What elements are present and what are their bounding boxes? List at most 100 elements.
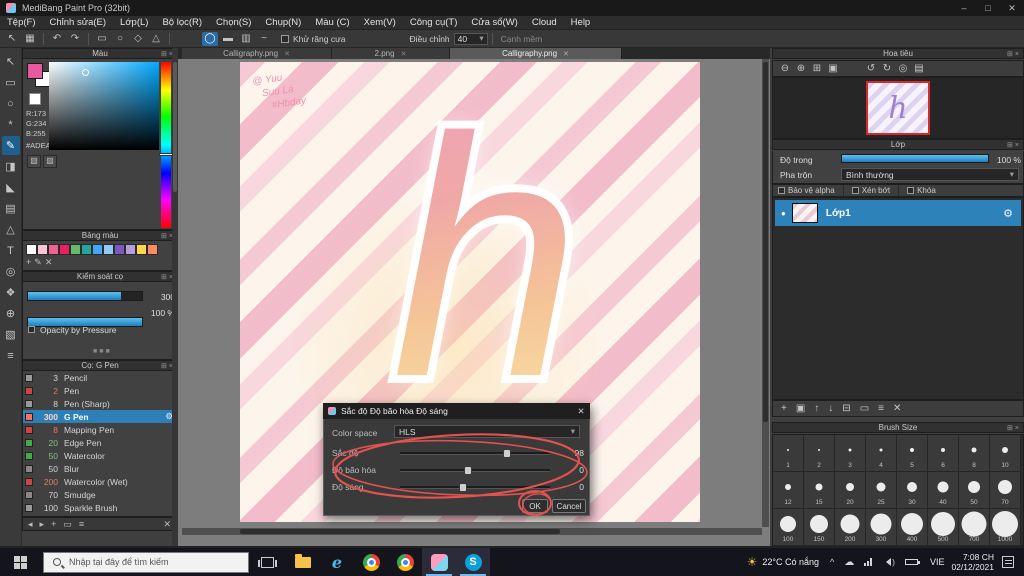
palette-swatch[interactable] [48, 244, 59, 255]
layer-blend-dropdown[interactable]: Bình thường ▾ [841, 168, 1019, 181]
layer-settings-gear-icon[interactable]: ⚙ [1003, 207, 1013, 220]
menu-color[interactable]: Màu (C) [308, 16, 356, 30]
redo-icon[interactable]: ↷ [67, 32, 83, 46]
brush-item[interactable]: 70 Smudge [23, 488, 177, 501]
cancel-button[interactable]: Cancel [552, 499, 586, 513]
hand-tool-icon[interactable]: ❖ [2, 283, 20, 302]
grid-tool-icon[interactable]: ▥ [238, 32, 254, 46]
text-tool-icon[interactable]: T [2, 241, 20, 260]
brush-size-cell[interactable]: 4 [866, 435, 897, 472]
navigator-header[interactable]: Hoa tiêu ⊞× [772, 48, 1024, 59]
add-brush-icon[interactable]: + [51, 519, 56, 529]
layer-panel-header[interactable]: Lớp ⊞× [772, 139, 1024, 150]
brush-size-cell[interactable]: 400 [897, 509, 928, 546]
menu-layer[interactable]: Lớp(L) [113, 16, 155, 30]
panel-resize-handle[interactable]: ■■■ [93, 348, 112, 355]
tab-close-icon[interactable]: ✕ [401, 50, 407, 58]
menu-window[interactable]: Cửa sổ(W) [464, 16, 524, 30]
maximize-button[interactable]: □ [976, 0, 1000, 16]
canvas-vscrollbar[interactable] [762, 59, 769, 527]
actual-size-icon[interactable]: ▣ [825, 62, 841, 76]
brush-size-cell[interactable]: 15 [804, 472, 835, 509]
line-tool-icon[interactable]: ▬ [220, 32, 236, 46]
palette-swatch[interactable] [92, 244, 103, 255]
clipping-checkbox[interactable] [851, 187, 859, 194]
undo-icon[interactable]: ↶ [49, 32, 65, 46]
tab-close-icon[interactable]: ✕ [563, 50, 569, 58]
flip-view-icon[interactable]: ◎ [895, 62, 911, 76]
layer-up-icon[interactable]: ↑ [814, 403, 819, 414]
tray-expand-chevron-icon[interactable]: ^ [830, 557, 834, 567]
settings-tool-icon[interactable]: ≡ [2, 346, 20, 365]
vscroll-thumb[interactable] [763, 62, 768, 422]
saturation-value-picker[interactable] [49, 62, 159, 150]
palette-swatch[interactable] [125, 244, 136, 255]
hue-slider[interactable] [400, 449, 550, 458]
panel-header-icons[interactable]: ⊞× [1007, 50, 1021, 58]
menu-file[interactable]: Tệp(F) [0, 16, 43, 30]
taskbar-explorer[interactable] [286, 548, 320, 576]
curve-tool-icon[interactable]: ~ [256, 32, 272, 46]
battery-icon[interactable] [904, 559, 920, 565]
palette-swatch[interactable] [37, 244, 48, 255]
menu-help[interactable]: Help [564, 16, 598, 30]
brush-size-cell[interactable]: 20 [835, 472, 866, 509]
eyedropper-tool-icon[interactable]: ◎ [2, 262, 20, 281]
select-ellipse-icon[interactable]: ○ [112, 32, 128, 46]
brush-item[interactable]: 200 Watercolor (Wet) [23, 475, 177, 488]
brush-item[interactable]: 8 Mapping Pen [23, 423, 177, 436]
cursor-tool-icon[interactable]: ↖ [4, 32, 20, 46]
start-button[interactable] [14, 555, 27, 569]
hue-handle[interactable] [159, 153, 173, 157]
new-layer-icon[interactable]: + [781, 403, 787, 414]
fit-view-icon[interactable]: ⊞ [809, 62, 825, 76]
brush-size-cell[interactable]: 10 [990, 435, 1021, 472]
dialog-close-icon[interactable]: ✕ [572, 406, 590, 417]
clock[interactable]: 7:08 CH 02/12/2021 [951, 552, 994, 572]
select-polygon-icon[interactable]: ◇ [130, 32, 146, 46]
move-tool-icon[interactable]: ↖ [2, 52, 20, 71]
layer-down-icon[interactable]: ↓ [828, 403, 833, 414]
menu-cloud[interactable]: Cloud [525, 16, 564, 30]
brush-next-icon[interactable]: ▸ [40, 519, 45, 530]
soft-brush-icon[interactable]: ◯ [202, 31, 218, 46]
language-indicator[interactable]: VIE [930, 557, 945, 567]
palette-swatch[interactable] [70, 244, 81, 255]
tab-close-icon[interactable]: ✕ [284, 50, 290, 58]
transparent-color-swatch[interactable] [29, 93, 41, 105]
edit-color-icon[interactable]: ✎ [34, 257, 42, 268]
brush-item[interactable]: 100 Sparkle Brush [23, 501, 177, 514]
canvas-hscrollbar[interactable] [182, 528, 762, 535]
fill-tool-icon[interactable]: ◣ [2, 178, 20, 197]
adjust-dropdown-icon[interactable]: ▾ [479, 33, 483, 44]
ok-button[interactable]: OK [522, 499, 548, 513]
brush-control-header[interactable]: Kiểm soát cọ ⊞× [22, 271, 178, 282]
adjust-input[interactable]: 40 ▾ [453, 32, 488, 45]
zoom-out-icon[interactable]: ⊖ [777, 62, 793, 76]
menu-select[interactable]: Chọn(S) [209, 16, 258, 30]
brush-menu-icon[interactable]: ≡ [79, 519, 84, 529]
foreground-color-swatch[interactable] [27, 63, 43, 79]
eraser-tool-icon[interactable]: ◨ [2, 157, 20, 176]
tab-2png[interactable]: 2.png ✕ [332, 48, 450, 59]
menu-filter[interactable]: Bộ lọc(R) [155, 16, 209, 30]
palette-swatch[interactable] [136, 244, 147, 255]
taskbar-skype[interactable]: S [456, 548, 490, 576]
layer-visibility-eye-icon[interactable]: ● [781, 209, 786, 218]
sv-picker-handle[interactable] [82, 69, 89, 77]
brush-size-cell[interactable]: 100 [773, 509, 804, 546]
marquee-tool-icon[interactable]: ▭ [2, 73, 20, 92]
palette-swatch[interactable] [26, 244, 37, 255]
palette-swatch[interactable] [81, 244, 92, 255]
task-view-icon[interactable] [258, 556, 277, 568]
transform-tool-icon[interactable]: ▦ [22, 32, 38, 46]
magic-wand-tool-icon[interactable]: * [2, 115, 20, 134]
action-center-icon[interactable] [1002, 556, 1014, 568]
antialias-checkbox[interactable] [281, 34, 289, 43]
hue-slider-handle[interactable] [502, 449, 511, 458]
taskbar-search[interactable]: Nhập tại đây để tìm kiếm [43, 551, 249, 573]
menu-view[interactable]: Xem(V) [357, 16, 403, 30]
add-color-icon[interactable]: + [26, 257, 31, 268]
brush-size-cell[interactable]: 300 [866, 509, 897, 546]
delete-brush-icon[interactable]: ✕ [163, 519, 171, 530]
